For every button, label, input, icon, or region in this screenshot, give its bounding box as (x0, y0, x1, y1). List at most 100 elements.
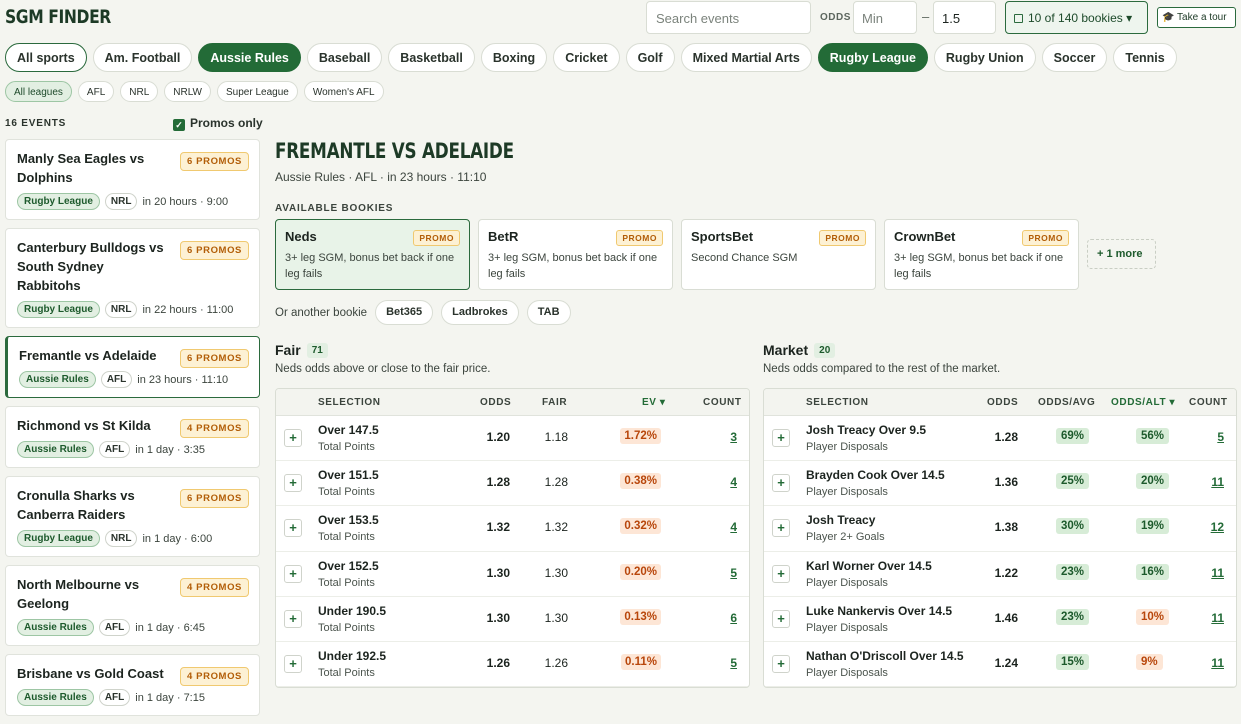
league-chip-nrl[interactable]: NRL (120, 81, 159, 102)
event-meta: Rugby League NRL in 20 hours · 9:00 (17, 193, 248, 210)
available-bookies-heading: AVAILABLE BOOKIES (275, 203, 394, 214)
promo-count-badge: 4 PROMOS (180, 667, 249, 686)
bookie-card-betr[interactable]: BetR PROMO 3+ leg SGM, bonus bet back if o… (478, 219, 673, 290)
count-link[interactable]: 6 (730, 611, 737, 625)
promo-count-badge: 4 PROMOS (180, 419, 249, 438)
market-col-odds-avg[interactable]: ODDS/AVG (1038, 397, 1095, 408)
search-input[interactable]: Search events (646, 1, 811, 34)
add-leg-button[interactable]: + (772, 429, 790, 447)
sport-chip-boxing[interactable]: Boxing (480, 43, 548, 72)
event-start-time: in 22 hours · 11:00 (142, 303, 234, 316)
league-tag: AFL (100, 371, 133, 388)
sport-tag: Rugby League (17, 301, 100, 318)
promos-only-toggle[interactable]: ✓ Promos only (173, 116, 263, 131)
event-meta: Aussie Rules AFL in 1 day · 7:15 (17, 689, 248, 706)
promo-badge: PROMO (819, 230, 866, 246)
sport-chip-aussie-rules[interactable]: Aussie Rules (198, 43, 301, 72)
odds-alt-badge: 10% (1136, 608, 1170, 625)
sport-chip-am-football[interactable]: Am. Football (92, 43, 193, 72)
count-link[interactable]: 11 (1211, 475, 1224, 489)
market-col-odds-alt[interactable]: ODDS/ALT ▾ (1111, 397, 1175, 408)
add-leg-button[interactable]: + (284, 474, 302, 493)
promo-badge: PROMO (413, 230, 460, 246)
count-link[interactable]: 11 (1211, 611, 1224, 625)
count-link[interactable]: 5 (1217, 430, 1224, 444)
other-bookie-tab[interactable]: TAB (526, 300, 571, 325)
event-card[interactable]: Richmond vs St Kilda 4 PROMOS Aussie Rules… (5, 406, 260, 468)
league-chip-nrlw[interactable]: NRLW (164, 81, 211, 102)
count-link[interactable]: 5 (730, 656, 737, 670)
fair-col-fair[interactable]: FAIR (542, 397, 567, 408)
event-name: Manly Sea Eagles vs Dolphins (17, 151, 145, 185)
event-start-time: in 1 day · 6:00 (142, 532, 213, 545)
count-link[interactable]: 5 (730, 566, 737, 580)
bookie-card-neds[interactable]: Neds PROMO 3+ leg SGM, bonus bet back if o… (275, 219, 470, 290)
add-leg-button[interactable]: + (772, 474, 790, 493)
event-card[interactable]: Brisbane vs Gold Coast 4 PROMOS Aussie Rul… (5, 654, 260, 716)
add-leg-button[interactable]: + (284, 429, 302, 447)
league-chip-super-league[interactable]: Super League (216, 81, 298, 102)
fair-value: 1.32 (544, 520, 568, 535)
league-chip-afl[interactable]: AFL (77, 81, 115, 102)
sport-chip-basketball[interactable]: Basketball (388, 43, 475, 72)
ev-badge: 0.20% (620, 563, 661, 580)
count-link[interactable]: 4 (730, 475, 737, 489)
table-row: + Under 190.5 Total Points 1.30 1.30 0.13% 6 (276, 597, 749, 642)
fair-col-odds[interactable]: ODDS (480, 397, 511, 408)
fair-col-ev[interactable]: EV ▾ (642, 397, 666, 408)
add-leg-button[interactable]: + (772, 609, 790, 628)
odds-value: 1.38 (994, 520, 1018, 535)
sport-chip-golf[interactable]: Golf (625, 43, 675, 72)
count-link[interactable]: 11 (1211, 656, 1224, 670)
event-card[interactable]: Canterbury Bulldogs vs South Sydney Rabb… (5, 228, 260, 328)
count-link[interactable]: 12 (1211, 520, 1224, 534)
sport-chip-all-sports[interactable]: All sports (5, 43, 87, 72)
add-leg-button[interactable]: + (284, 609, 302, 628)
checkbox-checked-icon[interactable]: ✓ (173, 119, 185, 131)
table-row: + Karl Worner Over 14.5 Player Disposals 1.… (764, 552, 1236, 597)
other-bookie-bet365[interactable]: Bet365 (375, 300, 434, 325)
market-col-count[interactable]: COUNT (1189, 397, 1228, 408)
promo-count-badge: 4 PROMOS (180, 578, 249, 597)
league-chip-all-leagues[interactable]: All leagues (5, 81, 72, 102)
more-bookies-button[interactable]: + 1 more (1087, 239, 1156, 269)
sport-chip-cricket[interactable]: Cricket (553, 43, 620, 72)
bookies-selector-button[interactable]: 10 of 140 bookies ▾ (1005, 1, 1148, 34)
count-link[interactable]: 11 (1211, 566, 1224, 580)
bookie-card-crownbet[interactable]: CrownBet PROMO 3+ leg SGM, bonus bet back … (884, 219, 1079, 290)
sport-chip-rugby-union[interactable]: Rugby Union (933, 43, 1036, 72)
add-leg-button[interactable]: + (284, 519, 302, 538)
event-card[interactable]: North Melbourne vs Geelong 4 PROMOS Aussie… (5, 565, 260, 646)
selection-market: Player Disposals (806, 486, 888, 499)
add-leg-button[interactable]: + (772, 519, 790, 538)
sport-chip-soccer[interactable]: Soccer (1041, 43, 1108, 72)
event-card[interactable]: Cronulla Sharks vs Canberra Raiders 6 PRO… (5, 476, 260, 557)
sport-tag: Aussie Rules (17, 441, 94, 458)
odds-min-input[interactable]: Min (853, 1, 917, 34)
fair-col-count[interactable]: COUNT (703, 397, 742, 408)
add-leg-button[interactable]: + (284, 564, 302, 583)
sport-chip-rugby-league[interactable]: Rugby League (817, 43, 928, 72)
sport-chip-mixed-martial-arts[interactable]: Mixed Martial Arts (680, 43, 812, 72)
add-leg-button[interactable]: + (772, 564, 790, 583)
add-leg-button[interactable]: + (772, 654, 790, 673)
sport-chip-tennis[interactable]: Tennis (1113, 43, 1177, 72)
take-tour-button[interactable]: 🎓 Take a tour (1157, 7, 1236, 28)
table-row: + Brayden Cook Over 14.5 Player Disposals 1… (764, 461, 1236, 507)
event-card[interactable]: Manly Sea Eagles vs Dolphins 6 PROMOS Rugb… (5, 139, 260, 220)
promo-count-badge: 6 PROMOS (180, 349, 249, 368)
count-link[interactable]: 3 (730, 430, 737, 444)
add-leg-button[interactable]: + (284, 654, 302, 673)
odds-max-input[interactable]: 1.5 (933, 1, 996, 34)
league-chip-women-s-afl[interactable]: Women's AFL (303, 81, 384, 102)
market-col-odds[interactable]: ODDS (987, 397, 1018, 408)
selection-market: Total Points (318, 666, 375, 679)
selection-market: Total Points (318, 621, 375, 634)
bookie-card-sportsbet[interactable]: SportsBet PROMO Second Chance SGM (681, 219, 876, 290)
other-bookie-ladbrokes[interactable]: Ladbrokes (441, 300, 519, 325)
sport-chip-baseball[interactable]: Baseball (306, 43, 383, 72)
count-link[interactable]: 4 (730, 520, 737, 534)
odds-value: 1.30 (486, 565, 510, 580)
events-count: 16 EVENTS (5, 118, 67, 129)
event-card[interactable]: Fremantle vs Adelaide 6 PROMOS Aussie Rule… (5, 336, 260, 398)
